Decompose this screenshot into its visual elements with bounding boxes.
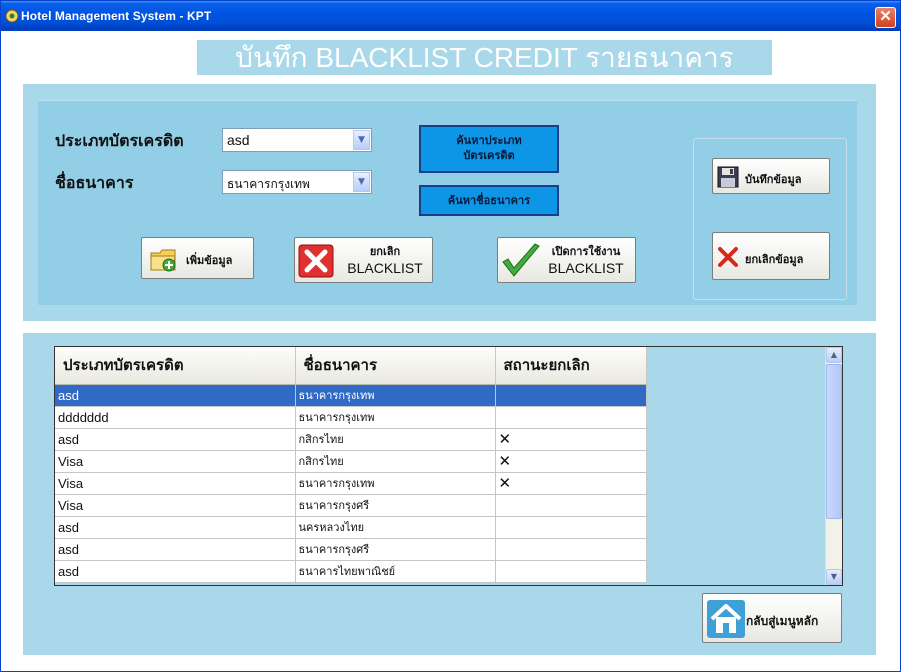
column-header-status[interactable]: สถานะยกเลิก <box>495 347 647 385</box>
table-row[interactable]: Visa ธนาคารกรุงศรี <box>55 494 647 517</box>
cell-status[interactable]: ✕ <box>495 472 647 495</box>
cell-bank[interactable]: นครหลวงไทย <box>295 516 496 539</box>
cell-card-type[interactable]: asd <box>55 560 296 583</box>
cancel-blacklist-label-1: ยกเลิก <box>369 245 401 258</box>
blacklist-datagrid[interactable]: ประเภทบัตรเครดิต ชื่อธนาคาร สถานะยกเลิก … <box>54 346 843 586</box>
cell-status[interactable] <box>495 560 647 583</box>
card-type-value: asd <box>227 132 250 148</box>
back-to-main-menu-button[interactable]: กลับสู่เมนูหลัก <box>702 593 842 643</box>
table-row[interactable]: ddddddd ธนาคารกรุงเทพ <box>55 406 647 429</box>
section-divider <box>23 321 876 333</box>
app-window: Hotel Management System - KPT ✕ บันทึก B… <box>0 0 901 672</box>
vertical-scrollbar[interactable]: ▲ ▼ <box>825 347 842 585</box>
scroll-up-icon[interactable]: ▲ <box>826 347 842 363</box>
save-button[interactable]: บันทึกข้อมูล <box>712 158 830 194</box>
hotel-app-icon <box>5 9 19 23</box>
cell-status[interactable] <box>495 538 647 561</box>
green-check-icon <box>502 243 540 277</box>
card-type-label: ประเภทบัตรเครดิต <box>55 131 184 150</box>
client-area: บันทึก BLACKLIST CREDIT รายธนาคาร ประเภท… <box>5 31 898 669</box>
cell-status[interactable]: ✕ <box>495 428 647 451</box>
column-header-card-type[interactable]: ประเภทบัตรเครดิต <box>55 347 296 385</box>
cell-bank[interactable]: ธนาคารกรุงเทพ <box>295 472 496 495</box>
cell-bank[interactable]: ธนาคารกรุงเทพ <box>295 384 496 407</box>
table-header-row: ประเภทบัตรเครดิต ชื่อธนาคาร สถานะยกเลิก <box>55 347 647 385</box>
red-x-box-icon <box>298 244 334 278</box>
enable-blacklist-label-1: เปิดการใช้งาน <box>551 245 621 258</box>
table-row[interactable]: Visa กสิกรไทย ✕ <box>55 450 647 473</box>
cell-card-type[interactable]: ddddddd <box>55 406 296 429</box>
bank-combobox[interactable]: ธนาคารกรุงเทพ ▼ <box>222 170 372 194</box>
folder-add-icon <box>150 249 176 272</box>
page-title: บันทึก BLACKLIST CREDIT รายธนาคาร <box>197 40 772 75</box>
red-x-icon <box>718 247 738 267</box>
cancel-button[interactable]: ยกเลิกข้อมูล <box>712 232 830 280</box>
cell-bank[interactable]: ธนาคารกรุงศรี <box>295 494 496 517</box>
bank-value: ธนาคารกรุงเทพ <box>227 177 310 191</box>
search-card-type-label-1: ค้นหาประเภท <box>456 134 522 147</box>
table-row[interactable]: asd ธนาคารไทยพาณิชย์ <box>55 560 647 583</box>
cancel-blacklist-button[interactable]: ยกเลิก BLACKLIST <box>294 237 433 283</box>
search-bank-button[interactable]: ค้นหาชื่อธนาคาร <box>419 185 559 216</box>
cell-bank[interactable]: กสิกรไทย <box>295 428 496 451</box>
search-card-type-label-2: บัตรเครดิต <box>463 149 515 162</box>
cell-bank[interactable]: กสิกรไทย <box>295 450 496 473</box>
cell-card-type[interactable]: Visa <box>55 450 296 473</box>
action-group-box: บันทึกข้อมูล ยกเลิกข้อมูล <box>693 138 847 300</box>
column-header-bank[interactable]: ชื่อธนาคาร <box>295 347 496 385</box>
form-panel: ประเภทบัตรเครดิต asd ▼ ชื่อธนาคาร ธนาคาร… <box>23 84 876 321</box>
chevron-down-icon[interactable]: ▼ <box>353 130 370 150</box>
table-row[interactable]: asd ธนาคารกรุงศรี <box>55 538 647 561</box>
table-row[interactable]: asd ธนาคารกรุงเทพ <box>55 384 647 407</box>
window-title: Hotel Management System - KPT <box>21 9 212 23</box>
close-button[interactable]: ✕ <box>875 7 896 28</box>
cancel-blacklist-label-2: BLACKLIST <box>347 260 423 276</box>
cell-bank[interactable]: ธนาคารกรุงเทพ <box>295 406 496 429</box>
cell-status[interactable] <box>495 494 647 517</box>
add-button[interactable]: เพิ่มข้อมูล <box>141 237 254 279</box>
scroll-down-icon[interactable]: ▼ <box>826 569 842 585</box>
floppy-disk-icon <box>717 166 739 188</box>
cell-card-type[interactable]: Visa <box>55 472 296 495</box>
card-type-combobox[interactable]: asd ▼ <box>222 128 372 152</box>
back-button-label: กลับสู่เมนูหลัก <box>746 614 819 628</box>
cell-bank[interactable]: ธนาคารไทยพาณิชย์ <box>295 560 496 583</box>
cell-status[interactable] <box>495 384 647 407</box>
bank-label: ชื่อธนาคาร <box>55 173 134 192</box>
cell-status[interactable] <box>495 406 647 429</box>
form-inner-panel: ประเภทบัตรเครดิต asd ▼ ชื่อธนาคาร ธนาคาร… <box>38 100 857 305</box>
cell-card-type[interactable]: asd <box>55 384 296 407</box>
cancel-button-label: ยกเลิกข้อมูล <box>745 253 804 266</box>
enable-blacklist-label-2: BLACKLIST <box>548 260 624 276</box>
save-button-label: บันทึกข้อมูล <box>745 173 802 186</box>
grid-panel: ประเภทบัตรเครดิต ชื่อธนาคาร สถานะยกเลิก … <box>23 333 876 655</box>
cell-card-type[interactable]: asd <box>55 538 296 561</box>
search-card-type-button[interactable]: ค้นหาประเภท บัตรเครดิต <box>419 125 559 173</box>
table-row[interactable]: asd กสิกรไทย ✕ <box>55 428 647 451</box>
cell-status[interactable] <box>495 516 647 539</box>
add-button-label: เพิ่มข้อมูล <box>186 254 233 267</box>
blacklist-table: ประเภทบัตรเครดิต ชื่อธนาคาร สถานะยกเลิก … <box>55 347 647 583</box>
cell-bank[interactable]: ธนาคารกรุงศรี <box>295 538 496 561</box>
cell-status[interactable]: ✕ <box>495 450 647 473</box>
table-row[interactable]: asd นครหลวงไทย <box>55 516 647 539</box>
enable-blacklist-button[interactable]: เปิดการใช้งาน BLACKLIST <box>497 237 636 283</box>
cell-card-type[interactable]: Visa <box>55 494 296 517</box>
home-icon <box>707 600 745 638</box>
table-row[interactable]: Visa ธนาคารกรุงเทพ ✕ <box>55 472 647 495</box>
scroll-thumb[interactable] <box>826 364 842 519</box>
chevron-down-icon[interactable]: ▼ <box>353 172 370 192</box>
cell-card-type[interactable]: asd <box>55 428 296 451</box>
title-bar[interactable]: Hotel Management System - KPT ✕ <box>1 1 900 31</box>
cell-card-type[interactable]: asd <box>55 516 296 539</box>
